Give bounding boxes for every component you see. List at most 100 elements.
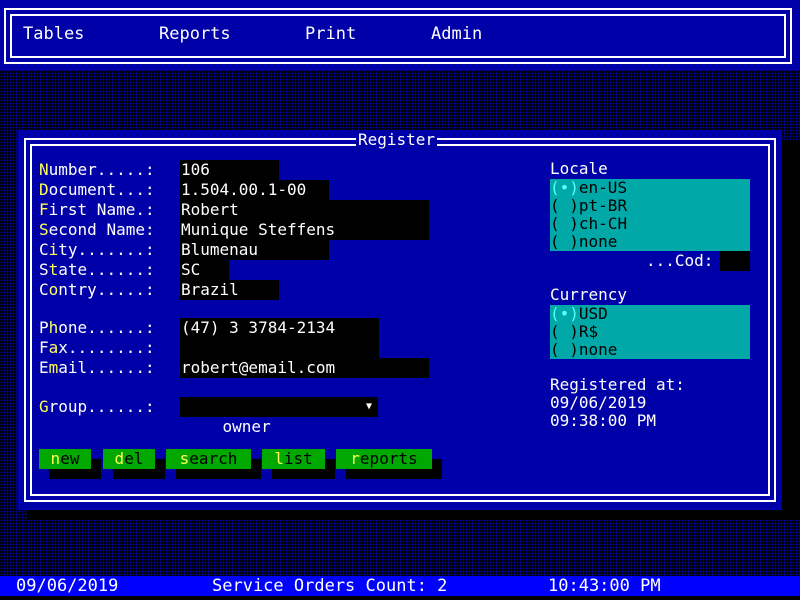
menu-print[interactable]: Print — [305, 24, 356, 44]
chevron-down-icon[interactable]: ▼ — [366, 397, 372, 417]
menu-admin[interactable]: Admin — [431, 24, 482, 44]
country-input[interactable]: Brazil — [180, 280, 279, 300]
email-hotkey: m — [48, 358, 59, 377]
locale-option-pt-br[interactable]: ( )pt-BR — [550, 197, 750, 215]
dialog-title: Register — [356, 130, 438, 150]
second-name-hotkey: S — [39, 220, 49, 239]
group-label-text: roup......: — [48, 397, 165, 416]
status-bar-bottom-edge — [0, 596, 800, 600]
radio-selected-icon: (•) — [550, 178, 579, 197]
reports-button-hotkey: r — [350, 449, 360, 468]
document-label: Document...: — [39, 180, 164, 200]
del-button-label: el — [124, 449, 144, 468]
reports-button-label: eports — [359, 449, 418, 468]
country-hotkey: o — [48, 280, 59, 299]
menu-bar-border-inner — [10, 14, 786, 58]
registered-at-label: Registered at: — [550, 375, 685, 394]
country-label-pre: C — [39, 280, 49, 299]
currency-radio-group: (•)USD ( )R$ ( )none — [550, 305, 750, 359]
document-label-text: ocument...: — [48, 180, 165, 199]
del-button-hotkey: d — [114, 449, 125, 468]
status-bar: 09/06/2019 Service Orders Count: 2 10:43… — [0, 576, 800, 596]
menu-tables[interactable]: Tables — [23, 24, 84, 44]
currency-option-none[interactable]: ( )none — [550, 341, 750, 359]
country-label-text: ntry.....: — [58, 280, 165, 299]
fax-input[interactable] — [180, 338, 379, 358]
document-input[interactable]: 1.504.00.1-00 — [180, 180, 329, 200]
second-name-label: Second Name: — [39, 220, 164, 240]
currency-option-label: USD — [578, 304, 608, 323]
email-input[interactable]: robert@email.com — [180, 358, 429, 378]
status-orders-count: Service Orders Count: 2 — [212, 576, 448, 596]
status-date: 09/06/2019 — [16, 576, 119, 596]
locale-cod-input[interactable] — [720, 251, 750, 271]
radio-selected-icon: (•) — [550, 304, 579, 323]
state-label: State......: — [39, 260, 164, 280]
locale-option-en-us[interactable]: (•)en-US — [550, 179, 750, 197]
list-button[interactable]: list — [262, 449, 325, 469]
locale-radio-group: (•)en-US ( )pt-BR ( )ch-CH ( )none — [550, 179, 750, 251]
new-button[interactable]: new — [39, 449, 91, 469]
currency-option-label: R$ — [578, 322, 599, 341]
menu-reports[interactable]: Reports — [159, 24, 231, 44]
state-hotkey: t — [48, 260, 59, 279]
radio-unselected-icon: ( ) — [550, 214, 579, 233]
reports-button[interactable]: reports — [336, 449, 432, 469]
fax-hotkey: a — [48, 338, 59, 357]
document-hotkey: D — [39, 180, 49, 199]
group-select[interactable]: owner ▼ — [180, 397, 378, 436]
locale-label: Locale — [550, 159, 608, 178]
email-label-pre: E — [39, 358, 49, 377]
search-button[interactable]: search — [166, 449, 251, 469]
state-input[interactable]: SC — [180, 260, 229, 280]
number-input[interactable]: 106 — [180, 160, 279, 180]
locale-cod-label: ...Cod: — [646, 251, 714, 270]
email-label: Email......: — [39, 358, 164, 378]
group-label: Group......: — [39, 397, 164, 417]
fax-label-text: x........: — [58, 338, 165, 357]
phone-input[interactable]: (47) 3 3784-2134 — [180, 318, 379, 338]
del-button[interactable]: del — [103, 449, 155, 469]
status-time: 10:43:00 PM — [548, 576, 661, 596]
locale-option-ch-ch[interactable]: ( )ch-CH — [550, 215, 750, 233]
number-label-text: umber.....: — [48, 160, 165, 179]
state-label-text: ate......: — [58, 260, 165, 279]
state-label-pre: S — [39, 260, 49, 279]
locale-option-label: en-US — [578, 178, 628, 197]
locale-option-label: ch-CH — [578, 214, 628, 233]
city-input[interactable]: Blumenau — [180, 240, 329, 260]
search-button-hotkey: s — [179, 449, 190, 468]
locale-option-label: pt-BR — [578, 196, 628, 215]
locale-option-none[interactable]: ( )none — [550, 233, 750, 251]
second-name-label-text: econd Name: — [48, 220, 165, 239]
list-button-label: ist — [283, 449, 313, 468]
registered-date: 09/06/2019 — [550, 393, 647, 412]
number-hotkey: N — [39, 160, 49, 179]
group-select-value: owner — [222, 417, 271, 436]
radio-unselected-icon: ( ) — [550, 232, 579, 251]
currency-option-brl[interactable]: ( )R$ — [550, 323, 750, 341]
email-label-text: ail......: — [58, 358, 165, 377]
first-name-hotkey: F — [39, 200, 49, 219]
first-name-label-text: irst Name.: — [48, 200, 165, 219]
fax-label: Fax........: — [39, 338, 164, 358]
locale-option-label: none — [578, 232, 618, 251]
number-label: Number.....: — [39, 160, 164, 180]
new-button-hotkey: n — [50, 449, 61, 468]
currency-label: Currency — [550, 285, 628, 304]
radio-unselected-icon: ( ) — [550, 340, 579, 359]
group-hotkey: G — [39, 397, 49, 416]
currency-option-usd[interactable]: (•)USD — [550, 305, 750, 323]
city-label: City.......: — [39, 240, 164, 260]
search-button-label: earch — [189, 449, 238, 468]
register-dialog: Register Number.....: 106 Document...: 1… — [18, 130, 782, 510]
first-name-input[interactable]: Robert — [180, 200, 429, 220]
city-label-pre: C — [39, 240, 49, 259]
phone-label-pre: P — [39, 318, 49, 337]
city-hotkey: i — [48, 240, 59, 259]
second-name-input[interactable]: Munique Steffens — [180, 220, 429, 240]
list-button-hotkey: l — [274, 449, 284, 468]
country-label: Contry.....: — [39, 280, 164, 300]
phone-hotkey: h — [48, 318, 59, 337]
registered-time: 09:38:00 PM — [550, 411, 656, 430]
